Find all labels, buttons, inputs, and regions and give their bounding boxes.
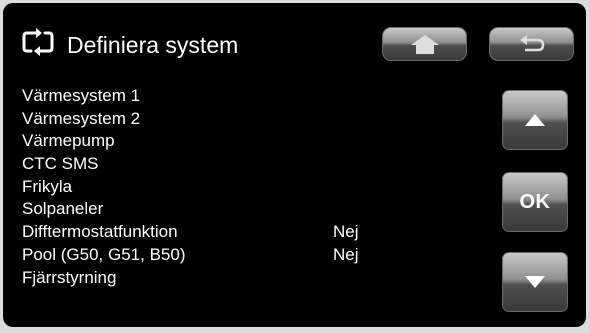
menu-item-label: Difftermostatfunktion	[22, 222, 178, 242]
menu-item-label: CTC SMS	[22, 154, 99, 174]
menu-item-varmesystem-1[interactable]: Värmesystem 1	[22, 85, 442, 108]
menu-item-label: Värmepump	[22, 131, 115, 151]
menu-item-frikyla[interactable]: Frikyla	[22, 176, 442, 199]
home-button[interactable]	[382, 27, 467, 61]
menu-item-label: Värmesystem 2	[22, 108, 141, 128]
menu-item-value: Nej	[333, 244, 359, 264]
home-icon	[410, 35, 439, 54]
return-arrow-icon	[519, 35, 544, 52]
triangle-down-icon	[525, 276, 545, 288]
menu-item-varmesystem-2[interactable]: Värmesystem 2	[22, 108, 442, 131]
ok-button-label: OK	[519, 190, 551, 213]
triangle-up-icon	[525, 114, 545, 126]
ok-button[interactable]: OK	[502, 172, 568, 232]
scroll-up-button[interactable]	[502, 90, 568, 150]
menu-item-varmepump[interactable]: Värmepump	[22, 130, 442, 153]
menu-item-label: Solpaneler	[22, 199, 104, 219]
menu-item-label: Fjärrstyrning	[22, 267, 117, 287]
menu-item-label: Frikyla	[22, 176, 73, 196]
menu-item-ctc-sms[interactable]: CTC SMS	[22, 153, 442, 176]
back-button[interactable]	[489, 27, 574, 61]
menu-item-label: Pool (G50, G51, B50)	[22, 244, 186, 264]
page-title: Definiera system	[67, 32, 239, 58]
menu-item-fjarrstyrning[interactable]: Fjärrstyrning	[22, 267, 442, 290]
scroll-down-button[interactable]	[502, 252, 568, 312]
display-screen: Definiera system Värmesystem 1 Värmesyst…	[3, 3, 586, 327]
menu-list: Värmesystem 1 Värmesystem 2 Värmepump CT…	[22, 85, 442, 289]
menu-item-label: Värmesystem 1	[22, 86, 141, 105]
menu-item-difftermostatfunktion[interactable]: Difftermostatfunktion Nej	[22, 221, 442, 244]
menu-item-pool[interactable]: Pool (G50, G51, B50) Nej	[22, 244, 442, 267]
refresh-arrows-icon	[22, 28, 54, 56]
menu-item-solpaneler[interactable]: Solpaneler	[22, 198, 442, 221]
menu-item-value: Nej	[333, 222, 359, 242]
